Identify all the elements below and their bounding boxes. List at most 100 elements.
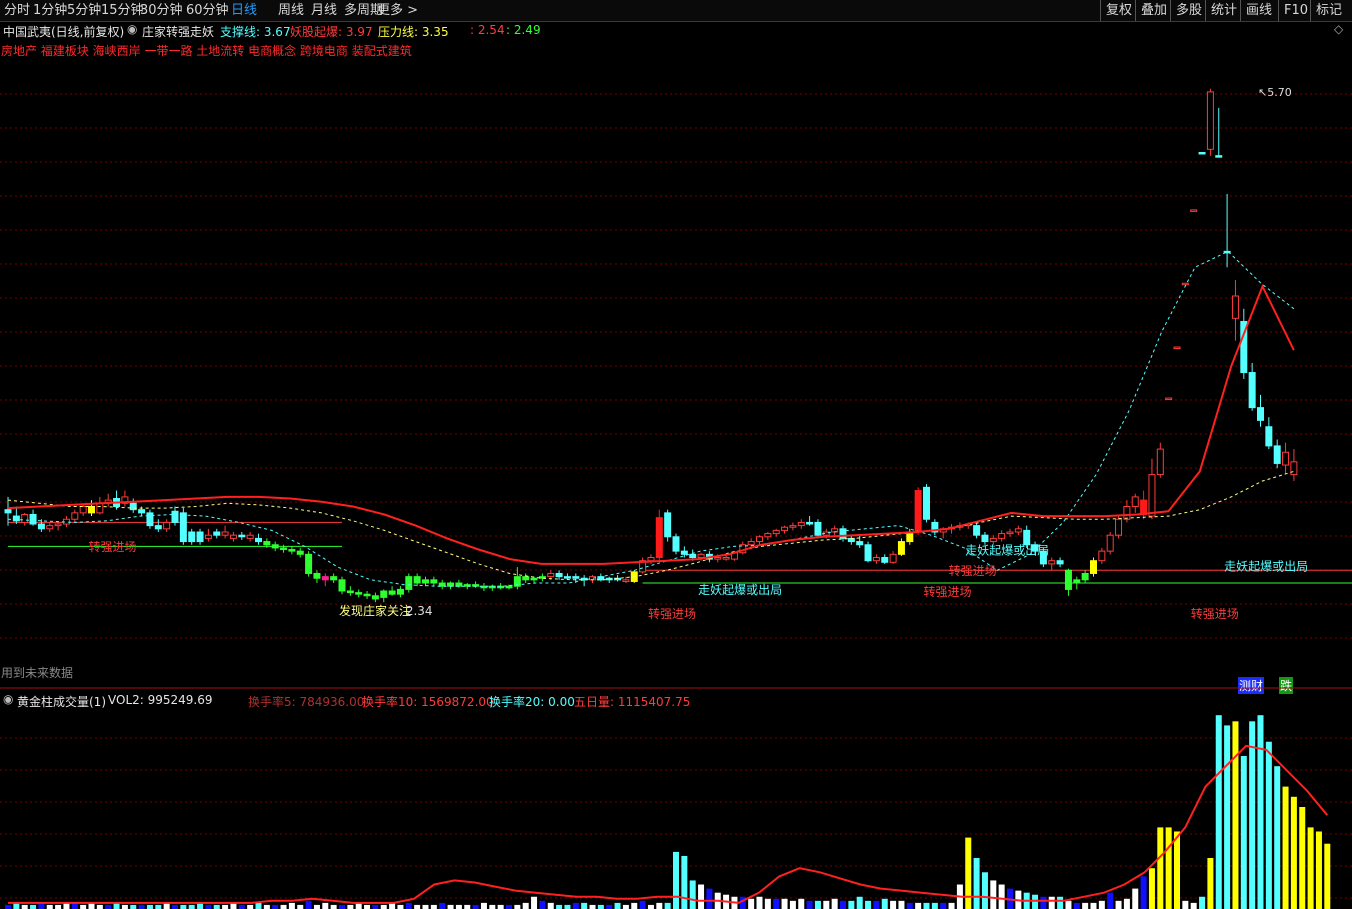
volume-bar	[1207, 858, 1214, 909]
period-tab-10[interactable]: 更多 >	[377, 0, 418, 21]
candle-body	[931, 521, 939, 533]
candle-body	[981, 534, 989, 543]
volume-indicator-name[interactable]: 黄金柱成交量(1)	[17, 693, 106, 710]
volume-bar	[1023, 892, 1030, 909]
volume-bar	[339, 904, 345, 909]
turnover20-value: 换手率20: 0.00	[489, 695, 575, 709]
candle-body	[672, 536, 680, 552]
volume-bar	[489, 904, 496, 909]
candle-body	[655, 517, 663, 559]
candle-body	[1090, 560, 1097, 574]
candle-body	[1215, 155, 1223, 158]
volume-bar	[146, 904, 153, 909]
signal-tag-2[interactable]: 跌	[1279, 677, 1294, 694]
volume-bar	[197, 902, 204, 909]
candle-body	[71, 512, 79, 520]
candle-body	[538, 576, 546, 579]
candle-body	[697, 553, 705, 559]
volume-bar	[430, 904, 437, 909]
volume-menu-icon[interactable]: ◉	[3, 692, 13, 706]
candle-body	[814, 521, 822, 536]
volume-bar	[105, 904, 112, 909]
toolbar-button-2[interactable]: 多股	[1170, 0, 1207, 21]
candle-body	[923, 486, 930, 520]
volume-bar	[30, 904, 37, 909]
candle-body	[463, 584, 471, 587]
period-tab-7[interactable]: 周线	[278, 0, 304, 21]
extra-value-1: : 2.54	[470, 23, 505, 37]
candle-body	[989, 537, 997, 543]
volume-bar	[990, 880, 997, 909]
candle-body	[1156, 448, 1164, 476]
candle-body	[37, 523, 45, 530]
volume-bar	[698, 884, 705, 909]
volume-bar	[1282, 786, 1289, 909]
toolbar-button-4[interactable]: 画线	[1240, 0, 1277, 21]
volume-bar	[915, 902, 922, 909]
volume-bar	[814, 900, 821, 909]
period-tab-5[interactable]: 60分钟	[186, 0, 229, 21]
volume-bar	[172, 904, 178, 909]
candle-body	[1290, 461, 1298, 476]
candle-body	[396, 588, 404, 595]
volume-bar	[63, 902, 70, 909]
candle-body	[54, 523, 62, 527]
candle-body	[1181, 282, 1189, 286]
candle-body	[346, 590, 354, 594]
volume-bar	[506, 904, 512, 909]
volume-bar	[689, 880, 696, 909]
toolbar-button-1[interactable]: 叠加	[1135, 0, 1172, 21]
volume-bar	[272, 904, 279, 909]
volume-bar	[764, 898, 771, 909]
candle-body	[371, 595, 379, 600]
volume-bar	[898, 900, 905, 909]
volume-bar	[940, 902, 947, 909]
volume-bar	[480, 902, 487, 909]
candle-body	[555, 572, 563, 578]
candle-body	[1198, 151, 1206, 155]
toolbar-button-6[interactable]: 标记	[1310, 0, 1347, 21]
volume-bar	[1182, 900, 1189, 909]
indicator-name[interactable]: 庄家转强走妖	[142, 23, 214, 40]
candle-body	[547, 572, 555, 578]
candle-body	[96, 502, 104, 514]
volume-bar	[531, 896, 538, 909]
period-toolbar: 分时 1分钟 5分钟 15分钟 30分钟 60分钟 日线 周线 月线 多周期 更多 > 复权 叠加 多股统…	[0, 0, 1352, 22]
candle-body	[146, 512, 154, 527]
indicator-menu-icon[interactable]: ◉	[127, 22, 137, 36]
candle-body	[221, 531, 229, 536]
period-tab-3[interactable]: 15分钟	[101, 0, 144, 21]
volume-bar	[664, 902, 671, 909]
signal-annotation: 走妖起爆或出局	[965, 543, 1049, 557]
signal-tag-1[interactable]: 测财	[1238, 677, 1265, 694]
toolbar-button-3[interactable]: 统计	[1205, 0, 1242, 21]
candlestick-chart[interactable]: ↖5.70转强进场发现庄家关注2.34 转强进场走妖起爆或出局走妖起爆或出局转强进…	[0, 0, 1352, 909]
volume-bar	[313, 904, 320, 909]
candle-body	[271, 544, 279, 549]
period-tab-1[interactable]: 1分钟	[33, 0, 67, 21]
candle-body	[1098, 550, 1106, 562]
toolbar-button-5[interactable]: F10	[1278, 0, 1313, 21]
volume-bar	[948, 902, 955, 909]
diamond-icon[interactable]: ◇	[1334, 22, 1343, 36]
volume-bar	[213, 904, 220, 909]
candle-body	[296, 550, 304, 555]
candle-body	[1265, 426, 1273, 447]
toolbar-button-0[interactable]: 复权	[1100, 0, 1137, 21]
period-tab-2[interactable]: 5分钟	[67, 0, 101, 21]
candle-body	[163, 521, 171, 530]
volume-bar	[422, 904, 429, 909]
volume-bar	[773, 898, 780, 909]
period-tab-8[interactable]: 月线	[311, 0, 337, 21]
candle-body	[872, 557, 880, 562]
candle-body	[1257, 407, 1264, 421]
volume-bar	[748, 898, 755, 909]
period-tab-0[interactable]: 分时	[4, 0, 30, 21]
period-tab-6[interactable]: 日线	[231, 0, 257, 21]
volume-bar	[514, 904, 521, 909]
signal-annotation: 走妖起爆或出局	[698, 583, 782, 597]
candle-body	[1165, 397, 1173, 401]
period-tab-4[interactable]: 30分钟	[140, 0, 183, 21]
volume-bar	[414, 904, 421, 909]
candle-body	[739, 544, 747, 554]
